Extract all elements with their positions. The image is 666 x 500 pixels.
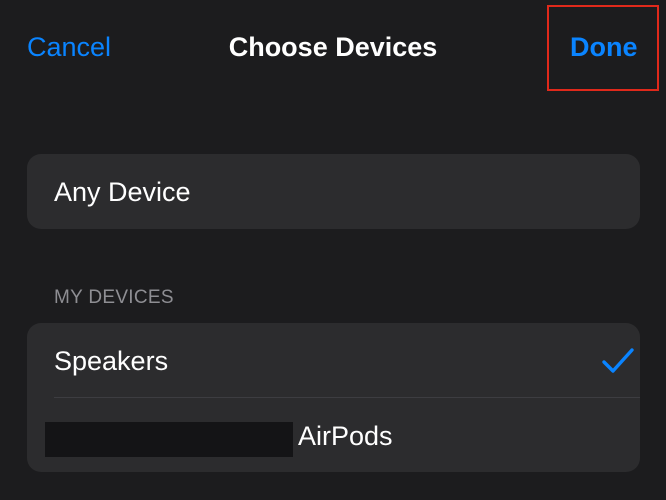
navigation-bar: Cancel Choose Devices Done <box>0 0 666 96</box>
cancel-button[interactable]: Cancel <box>27 30 111 64</box>
checkmark-icon <box>602 348 634 373</box>
any-device-label: Any Device <box>54 177 191 207</box>
any-device-group: Any Device <box>27 154 640 229</box>
device-row-speakers[interactable]: Speakers <box>27 323 640 397</box>
done-button[interactable]: Done <box>570 30 638 64</box>
device-label-speakers: Speakers <box>54 346 169 376</box>
choose-devices-screen: Cancel Choose Devices Done Any Device MY… <box>0 0 666 500</box>
my-devices-group: Speakers AirPods <box>27 323 640 472</box>
device-label-airpods: AirPods <box>298 421 393 451</box>
device-row-airpods[interactable]: AirPods <box>27 398 640 472</box>
any-device-row[interactable]: Any Device <box>27 154 640 229</box>
my-devices-section-header: MY DEVICES <box>54 287 174 308</box>
